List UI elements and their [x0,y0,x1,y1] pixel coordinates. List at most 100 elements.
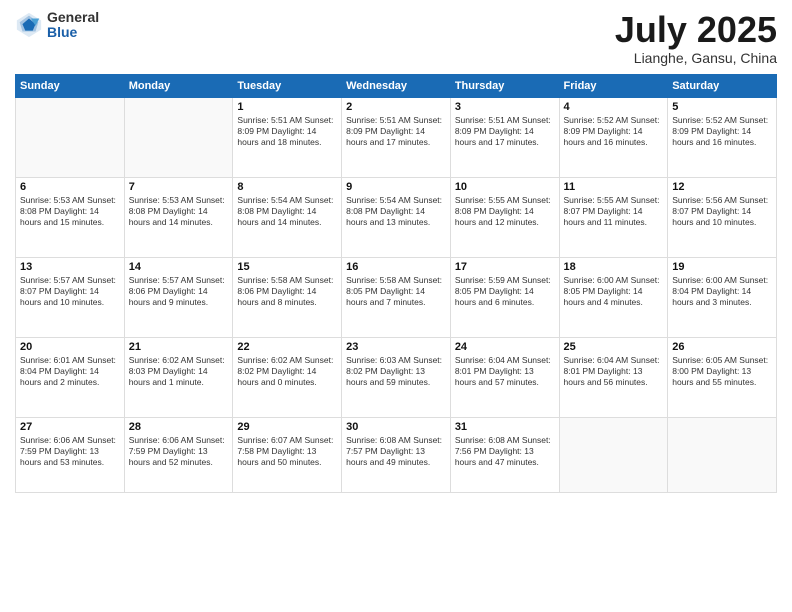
day-number: 11 [564,181,664,193]
page: General Blue July 2025 Lianghe, Gansu, C… [0,0,792,612]
location: Lianghe, Gansu, China [615,50,777,66]
table-row: 29 Sunrise: 6:07 AM Sunset: 7:58 PM Dayli… [233,417,342,492]
logo: General Blue [15,10,99,41]
day-info: Sunrise: 5:52 AM Sunset: 8:09 PM Dayligh… [672,115,772,148]
table-row: 5 Sunrise: 5:52 AM Sunset: 8:09 PM Daylig… [668,97,777,177]
day-number: 1 [237,101,337,113]
day-info: Sunrise: 6:04 AM Sunset: 8:01 PM Dayligh… [455,355,555,388]
table-row: 16 Sunrise: 5:58 AM Sunset: 8:05 PM Dayli… [342,257,451,337]
table-row: 11 Sunrise: 5:55 AM Sunset: 8:07 PM Dayli… [559,177,668,257]
day-number: 6 [20,181,120,193]
day-number: 19 [672,261,772,273]
table-row: 23 Sunrise: 6:03 AM Sunset: 8:02 PM Dayli… [342,337,451,417]
day-info: Sunrise: 5:54 AM Sunset: 8:08 PM Dayligh… [346,195,446,228]
header-saturday: Saturday [668,74,777,97]
header-monday: Monday [124,74,233,97]
day-info: Sunrise: 5:53 AM Sunset: 8:08 PM Dayligh… [129,195,229,228]
day-info: Sunrise: 6:06 AM Sunset: 7:59 PM Dayligh… [129,435,229,468]
day-info: Sunrise: 6:02 AM Sunset: 8:03 PM Dayligh… [129,355,229,388]
table-row: 3 Sunrise: 5:51 AM Sunset: 8:09 PM Daylig… [450,97,559,177]
header-tuesday: Tuesday [233,74,342,97]
table-row: 1 Sunrise: 5:51 AM Sunset: 8:09 PM Daylig… [233,97,342,177]
day-number: 24 [455,341,555,353]
day-number: 14 [129,261,229,273]
day-info: Sunrise: 6:03 AM Sunset: 8:02 PM Dayligh… [346,355,446,388]
table-row: 8Sunrise: 5:54 AM Sunset: 8:08 PM Daylig… [233,177,342,257]
table-row: 22Sunrise: 6:02 AM Sunset: 8:02 PM Dayli… [233,337,342,417]
calendar-week-row: 1 Sunrise: 5:51 AM Sunset: 8:09 PM Daylig… [16,97,777,177]
day-number: 8 [237,181,337,193]
day-number: 17 [455,261,555,273]
day-number: 5 [672,101,772,113]
day-info: Sunrise: 5:57 AM Sunset: 8:07 PM Dayligh… [20,275,120,308]
table-row: 25 Sunrise: 6:04 AM Sunset: 8:01 PM Dayli… [559,337,668,417]
day-info: Sunrise: 6:07 AM Sunset: 7:58 PM Dayligh… [237,435,337,468]
day-number: 23 [346,341,446,353]
day-info: Sunrise: 5:53 AM Sunset: 8:08 PM Dayligh… [20,195,120,228]
day-number: 16 [346,261,446,273]
day-number: 10 [455,181,555,193]
day-info: Sunrise: 6:08 AM Sunset: 7:56 PM Dayligh… [455,435,555,468]
day-number: 2 [346,101,446,113]
table-row: 27Sunrise: 6:06 AM Sunset: 7:59 PM Dayli… [16,417,125,492]
table-row [559,417,668,492]
table-row: 26 Sunrise: 6:05 AM Sunset: 8:00 PM Dayli… [668,337,777,417]
day-info: Sunrise: 6:00 AM Sunset: 8:04 PM Dayligh… [672,275,772,308]
table-row: 28Sunrise: 6:06 AM Sunset: 7:59 PM Dayli… [124,417,233,492]
table-row: 17Sunrise: 5:59 AM Sunset: 8:05 PM Dayli… [450,257,559,337]
day-number: 7 [129,181,229,193]
table-row: 15Sunrise: 5:58 AM Sunset: 8:06 PM Dayli… [233,257,342,337]
table-row: 6 Sunrise: 5:53 AM Sunset: 8:08 PM Daylig… [16,177,125,257]
day-info: Sunrise: 5:51 AM Sunset: 8:09 PM Dayligh… [455,115,555,148]
month-title: July 2025 [615,10,777,50]
logo-blue-text: Blue [47,25,99,40]
day-number: 30 [346,421,446,433]
day-number: 3 [455,101,555,113]
day-number: 26 [672,341,772,353]
header: General Blue July 2025 Lianghe, Gansu, C… [15,10,777,66]
logo-icon [15,11,43,39]
title-block: July 2025 Lianghe, Gansu, China [615,10,777,66]
header-friday: Friday [559,74,668,97]
header-thursday: Thursday [450,74,559,97]
header-sunday: Sunday [16,74,125,97]
calendar-header-row: Sunday Monday Tuesday Wednesday Thursday… [16,74,777,97]
table-row [124,97,233,177]
logo-text: General Blue [47,10,99,41]
table-row [16,97,125,177]
day-number: 29 [237,421,337,433]
day-info: Sunrise: 5:58 AM Sunset: 8:05 PM Dayligh… [346,275,446,308]
table-row: 20Sunrise: 6:01 AM Sunset: 8:04 PM Dayli… [16,337,125,417]
day-number: 12 [672,181,772,193]
table-row: 4 Sunrise: 5:52 AM Sunset: 8:09 PM Daylig… [559,97,668,177]
table-row: 31Sunrise: 6:08 AM Sunset: 7:56 PM Dayli… [450,417,559,492]
table-row: 24 Sunrise: 6:04 AM Sunset: 8:01 PM Dayli… [450,337,559,417]
day-info: Sunrise: 6:04 AM Sunset: 8:01 PM Dayligh… [564,355,664,388]
day-info: Sunrise: 6:00 AM Sunset: 8:05 PM Dayligh… [564,275,664,308]
day-info: Sunrise: 5:51 AM Sunset: 8:09 PM Dayligh… [237,115,337,148]
day-info: Sunrise: 5:58 AM Sunset: 8:06 PM Dayligh… [237,275,337,308]
day-info: Sunrise: 6:08 AM Sunset: 7:57 PM Dayligh… [346,435,446,468]
calendar-week-row: 6 Sunrise: 5:53 AM Sunset: 8:08 PM Daylig… [16,177,777,257]
day-number: 25 [564,341,664,353]
table-row: 18Sunrise: 6:00 AM Sunset: 8:05 PM Dayli… [559,257,668,337]
day-number: 20 [20,341,120,353]
calendar-week-row: 27Sunrise: 6:06 AM Sunset: 7:59 PM Dayli… [16,417,777,492]
day-number: 4 [564,101,664,113]
table-row: 9 Sunrise: 5:54 AM Sunset: 8:08 PM Daylig… [342,177,451,257]
day-info: Sunrise: 5:55 AM Sunset: 8:07 PM Dayligh… [564,195,664,228]
table-row: 7 Sunrise: 5:53 AM Sunset: 8:08 PM Daylig… [124,177,233,257]
day-number: 9 [346,181,446,193]
day-info: Sunrise: 6:02 AM Sunset: 8:02 PM Dayligh… [237,355,337,388]
table-row: 12Sunrise: 5:56 AM Sunset: 8:07 PM Dayli… [668,177,777,257]
day-info: Sunrise: 5:52 AM Sunset: 8:09 PM Dayligh… [564,115,664,148]
table-row: 14Sunrise: 5:57 AM Sunset: 8:06 PM Dayli… [124,257,233,337]
table-row: 21Sunrise: 6:02 AM Sunset: 8:03 PM Dayli… [124,337,233,417]
day-info: Sunrise: 6:05 AM Sunset: 8:00 PM Dayligh… [672,355,772,388]
table-row: 2Sunrise: 5:51 AM Sunset: 8:09 PM Daylig… [342,97,451,177]
calendar-week-row: 20Sunrise: 6:01 AM Sunset: 8:04 PM Dayli… [16,337,777,417]
calendar-table: Sunday Monday Tuesday Wednesday Thursday… [15,74,777,493]
day-number: 13 [20,261,120,273]
day-info: Sunrise: 5:55 AM Sunset: 8:08 PM Dayligh… [455,195,555,228]
table-row: 13 Sunrise: 5:57 AM Sunset: 8:07 PM Dayli… [16,257,125,337]
